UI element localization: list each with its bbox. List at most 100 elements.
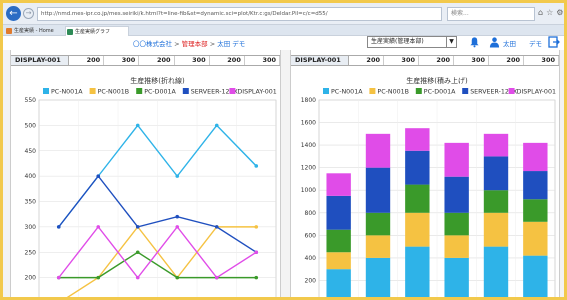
bar-segment	[523, 221, 548, 256]
y-tick-label: 400	[305, 255, 317, 262]
bar-segment	[326, 229, 351, 253]
bar-segment	[365, 212, 391, 236]
bar-segment	[326, 252, 351, 270]
y-tick-label: 200	[305, 277, 317, 284]
y-tick-label: 1800	[301, 97, 316, 104]
data-point	[135, 250, 140, 255]
bell-icon[interactable]	[469, 36, 480, 48]
report-select-value: 生産実績(管理本部)	[371, 38, 424, 45]
bar-segment	[483, 246, 509, 297]
bar-segment	[523, 142, 548, 172]
breadcrumb: 〇〇株式会社 > 管理本部 > 太田 デモ	[133, 38, 245, 48]
display-row: DISPLAY-001 200 300 200 300 200 300	[291, 55, 559, 66]
breadcrumb-dept[interactable]: 管理本部	[182, 40, 208, 48]
row-label: DISPLAY-001	[291, 56, 349, 65]
row-value: 200	[419, 56, 454, 65]
bar-segment	[483, 212, 509, 247]
user-icon[interactable]	[489, 36, 500, 48]
bar-segment	[365, 167, 391, 213]
bar-segment	[444, 176, 469, 213]
data-point	[175, 225, 180, 229]
bar-segment	[405, 150, 430, 185]
legend-swatch	[415, 88, 422, 94]
row-value: 200	[139, 56, 175, 65]
data-point	[254, 275, 259, 280]
data-point	[56, 225, 61, 229]
tab-label: 生産実績 - Home	[14, 28, 54, 34]
row-value: 300	[384, 56, 419, 65]
line-chart: 生産推移(折れ線)PC-N001A PC-N001B PC-D001A SERVEER…	[25, 76, 277, 297]
data-point	[96, 275, 101, 280]
row-value: 300	[104, 56, 140, 65]
breadcrumb-user[interactable]: 太田	[217, 40, 230, 48]
legend-swatch	[369, 88, 376, 94]
legend-label: DISPLAY-001	[517, 89, 556, 96]
row-value: 300	[175, 56, 210, 65]
browser-tab-home[interactable]: 生産実績 - Home	[5, 26, 63, 36]
row-value: 200	[489, 56, 524, 65]
url-field[interactable]: http://nmd.mes-ipr.co.jp/mes.seiriki/k.h…	[37, 7, 442, 21]
favicon-icon	[67, 29, 73, 35]
data-point	[96, 174, 101, 178]
legend-label: PC-N001B	[98, 89, 130, 96]
y-tick-label: 350	[25, 199, 37, 206]
y-tick-label: 250	[25, 249, 37, 256]
data-point	[56, 275, 61, 280]
legend-swatch	[229, 88, 236, 94]
app-header: 〇〇株式会社 > 管理本部 > 太田 デモ 生産実績(管理本部) ▼ 太田 デモ	[3, 36, 564, 50]
bar-segment	[444, 257, 469, 297]
legend-swatch	[462, 88, 469, 94]
breadcrumb-sep: >	[174, 40, 180, 48]
browser-search-input[interactable]: 検索...	[447, 7, 535, 21]
user-name[interactable]: 太田	[503, 38, 516, 48]
data-point	[175, 174, 180, 178]
legend-label: PC-D001A	[424, 89, 456, 96]
data-point	[135, 275, 140, 280]
browser-tab-graph[interactable]: 生産実績グラフ	[65, 26, 129, 36]
browser-tab-bar: 生産実績 - Home 生産実績グラフ	[3, 25, 564, 36]
report-select[interactable]: 生産実績(管理本部) ▼	[367, 36, 457, 48]
data-point	[96, 225, 101, 229]
bar-segment	[326, 173, 351, 196]
legend-label: PC-N001B	[377, 89, 409, 96]
bar-segment	[405, 212, 430, 247]
legend-label: PC-N001A	[51, 89, 83, 96]
y-tick-label: 1400	[301, 142, 316, 149]
bar-segment	[483, 190, 509, 213]
back-arrow-icon[interactable]: ←	[6, 6, 21, 21]
row-value: 200	[69, 56, 105, 65]
bar-segment	[326, 269, 351, 297]
logout-icon[interactable]	[548, 36, 560, 48]
y-tick-label: 450	[25, 148, 37, 155]
data-point	[135, 123, 140, 128]
y-tick-label: 550	[25, 97, 37, 104]
data-point	[214, 123, 219, 128]
data-point	[135, 225, 140, 229]
bar-segment	[326, 195, 351, 230]
legend-swatch	[89, 88, 96, 94]
data-point	[254, 250, 259, 255]
y-tick-label: 800	[305, 210, 317, 217]
data-point	[175, 214, 180, 219]
home-star-gear-icons[interactable]: ⌂☆⚙	[538, 8, 564, 17]
legend-label: PC-N001A	[331, 89, 363, 96]
chevron-down-icon: ▼	[446, 37, 456, 47]
bar-segment	[523, 171, 548, 200]
bar-segment	[405, 128, 430, 151]
row-value: 200	[210, 56, 245, 65]
legend-swatch	[43, 88, 49, 94]
y-tick-label: 1600	[301, 120, 316, 127]
breadcrumb-company[interactable]: 〇〇株式会社	[133, 40, 172, 48]
bar-segment	[523, 255, 548, 297]
demo-link[interactable]: デモ	[529, 38, 542, 48]
breadcrumb-sep: >	[209, 40, 216, 48]
bar-segment	[365, 257, 391, 297]
breadcrumb-demo[interactable]: デモ	[232, 40, 245, 48]
bar-segment	[405, 184, 430, 213]
line-chart-panel: DISPLAY-001 200 300 200 300 200 300 生産推移…	[10, 50, 281, 297]
y-tick-label: 500	[25, 122, 37, 129]
y-tick-label: 200	[25, 275, 37, 282]
y-tick-label: 1000	[301, 187, 316, 194]
forward-arrow-icon[interactable]: →	[23, 8, 34, 19]
legend-swatch	[508, 88, 515, 94]
